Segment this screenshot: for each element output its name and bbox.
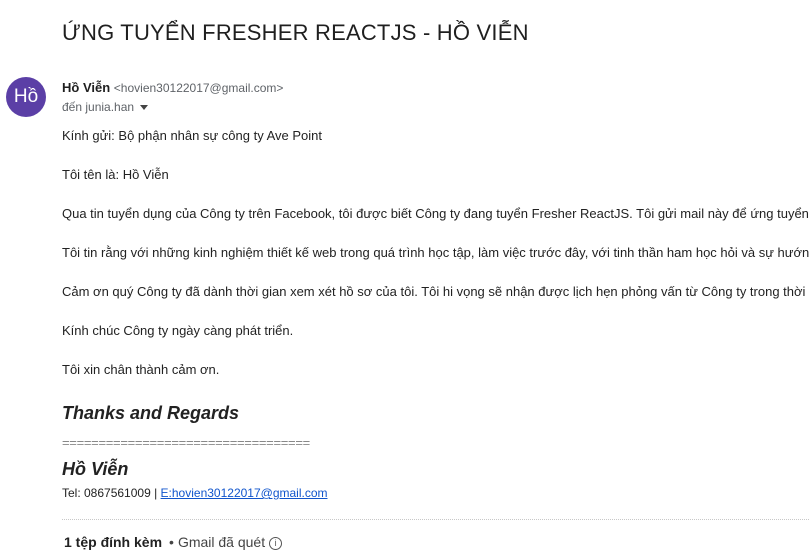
body-paragraph-greeting: Kính gửi: Bộ phận nhân sự công ty Ave Po…	[62, 128, 323, 143]
attachments-summary: 1 tệp đính kèm • Gmail đã quét i	[64, 534, 283, 550]
body-paragraph-experience: Tôi tin rằng với những kinh nghiệm thiết…	[62, 245, 809, 260]
body-paragraph-wishes: Kính chúc Công ty ngày càng phát triển.	[62, 323, 294, 338]
sender-email[interactable]: <hovien30122017@gmail.com>	[114, 81, 284, 95]
sender-line: Hồ Viễn <hovien30122017@gmail.com>	[62, 80, 283, 95]
body-paragraph-thanks: Cảm ơn quý Công ty đã dành thời gian xem…	[62, 284, 806, 299]
separator-dot: •	[169, 534, 174, 550]
chevron-down-icon[interactable]	[140, 105, 149, 111]
signature-phone: Tel: 0867561009 |	[62, 486, 158, 500]
sender-avatar[interactable]: Hồ	[6, 77, 46, 117]
scan-status: Gmail đã quét	[177, 534, 266, 550]
signature-regards: Thanks and Regards	[62, 403, 240, 423]
recipient-label: đến junia.han	[62, 100, 135, 114]
signature-divider: ==================================	[62, 435, 310, 450]
signature-email-link[interactable]: E:hovien30122017@gmail.com	[161, 486, 328, 500]
attachment-count: 1 tệp đính kèm	[64, 534, 163, 550]
body-paragraph-name: Tôi tên là: Hồ Viễn	[62, 167, 169, 182]
attachments-divider	[62, 519, 809, 520]
email-subject: ỨNG TUYỂN FRESHER REACTJS - HỒ VIỄN	[62, 20, 529, 45]
body-paragraph-intro: Qua tin tuyển dụng của Công ty trên Face…	[62, 206, 809, 221]
signature-contact: Tel: 0867561009 | E:hovien30122017@gmail…	[62, 486, 328, 500]
signature-name: Hồ Viễn	[62, 459, 129, 479]
info-icon[interactable]: i	[269, 537, 283, 550]
sender-name[interactable]: Hồ Viễn	[62, 80, 110, 95]
recipient-details[interactable]: đến junia.han	[62, 100, 149, 114]
body-paragraph-closing: Tôi xin chân thành cảm ơn.	[62, 362, 220, 377]
